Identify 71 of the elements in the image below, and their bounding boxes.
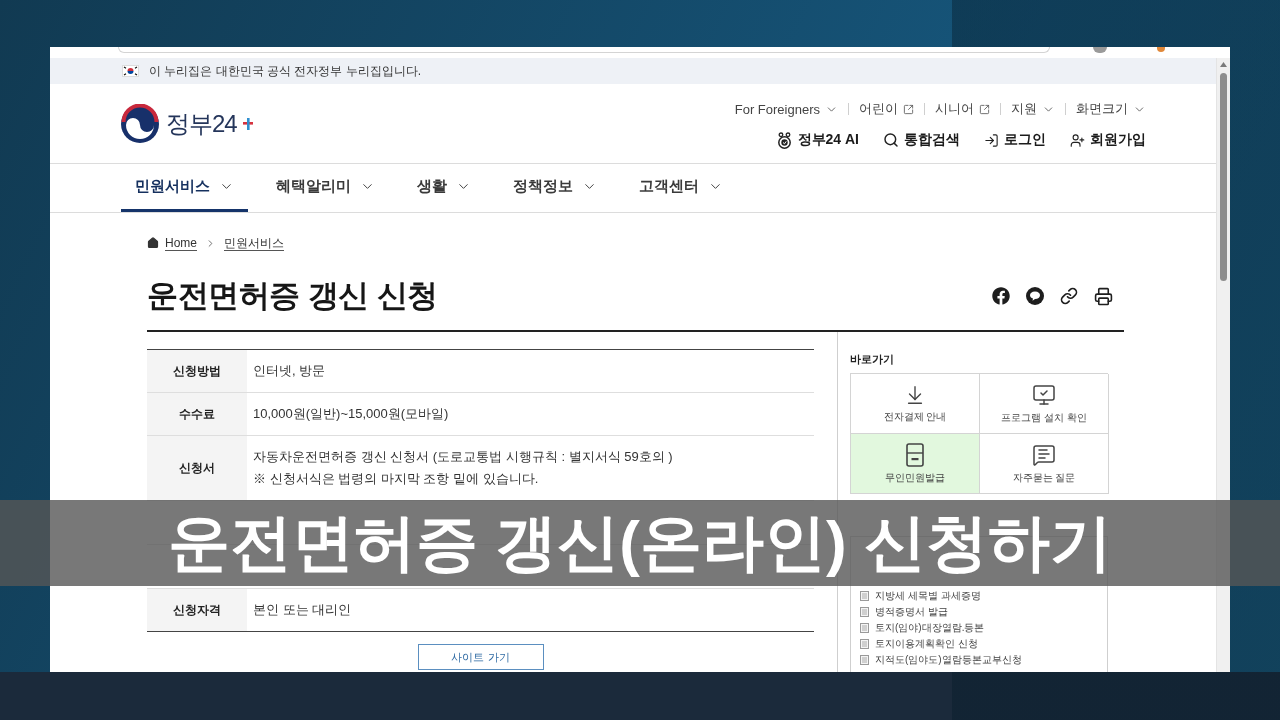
utility-link[interactable]: 시니어 [935,100,990,118]
extension-icon[interactable] [1157,47,1165,52]
quick-link[interactable]: 프로그램 설치 확인 [980,374,1109,434]
quick-link[interactable]: 무인민원발급 [851,434,980,494]
breadcrumb-link[interactable]: Home [165,235,197,251]
emblem-logo[interactable] [120,103,160,144]
row-label: 신청서 [147,436,247,500]
print-icon[interactable] [1094,286,1113,306]
popular-item-text: 병적증명서 발급 [875,605,948,619]
popular-item-text: 지적도(임야도)열람등본교부신청 [875,653,1022,667]
ai-assistant-button[interactable]: 정부24 AI [775,131,859,149]
search-icon [883,132,899,148]
nav-tab[interactable]: 혜택알리미 [262,164,389,212]
device-icon [905,442,925,467]
external-link-icon [979,103,990,115]
chat-bubble-icon[interactable] [1026,287,1044,305]
document-icon [860,623,869,633]
notice-text: 이 누리집은 대한민국 공식 전자정부 누리집입니다. [149,62,421,80]
facebook-icon[interactable] [992,287,1010,305]
row-label: 신청방법 [147,350,247,392]
row-label: 신청자격 [147,589,247,631]
login-icon [984,132,999,148]
login-button[interactable]: 로그인 [984,131,1046,149]
row-value: 인터넷, 방문 [253,362,327,380]
document-icon [860,639,869,649]
popular-item-link[interactable]: 토지이용계획확인 신청 [860,636,1107,652]
nav-tab[interactable]: 생활 [403,164,485,212]
quick-link[interactable]: 전자결제 안내 [851,374,980,434]
utility-link[interactable]: 지원 [1011,100,1055,118]
bot-icon [775,131,793,149]
home-icon [147,237,159,249]
utility-link[interactable]: For Foreigners [734,101,838,117]
document-icon [860,591,869,601]
scroll-up-icon[interactable] [1220,62,1227,67]
site-link-button[interactable]: 사이트 가기 [417,644,544,670]
banner-title: 운전면허증 갱신(온라인) 신청하기 [168,507,1112,579]
flag-icon [122,65,139,77]
avatar-icon[interactable] [1093,47,1107,53]
signup-button[interactable]: 회원가입 [1070,131,1146,149]
row-value: 자동차운전면허증 갱신 신청서 (도로교통법 시행규칙 : 별지서식 59호의 ) [253,448,674,466]
utility-link[interactable]: 어린이 [859,100,914,118]
document-icon [860,655,869,665]
popular-item-link[interactable]: 지방세 세목별 과세증명 [860,588,1107,604]
nav-tab[interactable]: 민원서비스 [121,164,248,212]
scrollbar-thumb[interactable] [1220,73,1227,281]
row-value: ※ 신청서식은 법령의 마지막 조항 밑에 있습니다. [253,470,540,488]
popular-item-text: 지방세 세목별 과세증명 [875,589,981,603]
nav-tab[interactable]: 정책정보 [499,164,611,212]
monitor-check-icon [1032,382,1056,407]
logo-text[interactable]: 정부24 [166,107,237,140]
row-value: 10,000원(일반)~15,000원(모바일) [253,405,450,423]
popular-item-link[interactable]: 지적도(임야도)열람등본교부신청 [860,652,1107,668]
row-label: 수수료 [147,393,247,435]
breadcrumb-link[interactable]: 민원서비스 [224,235,284,251]
popular-item-text: 토지(임야)대장열람.등본 [875,621,985,635]
utility-link[interactable]: 화면크기 [1076,100,1146,118]
popular-item-link[interactable]: 병적증명서 발급 [860,604,1107,620]
document-icon [860,607,869,617]
user-plus-icon [1070,132,1085,148]
row-value: 본인 또는 대리인 [253,601,353,619]
external-link-icon [903,103,914,115]
plus-mark-icon [242,117,253,130]
quick-link[interactable]: 자주묻는 질문 [980,434,1109,494]
popular-item-link[interactable]: 토지(임야)대장열람.등본 [860,620,1107,636]
popular-item-text: 토지이용계획확인 신청 [875,637,978,651]
link-icon[interactable] [1060,287,1078,305]
search-button[interactable]: 통합검색 [883,131,960,149]
sidebar-heading: 바로가기 [850,352,895,366]
message-icon [1032,442,1056,467]
page-title: 운전면허증 갱신 신청 [147,277,438,315]
nav-tab[interactable]: 고객센터 [625,164,737,212]
